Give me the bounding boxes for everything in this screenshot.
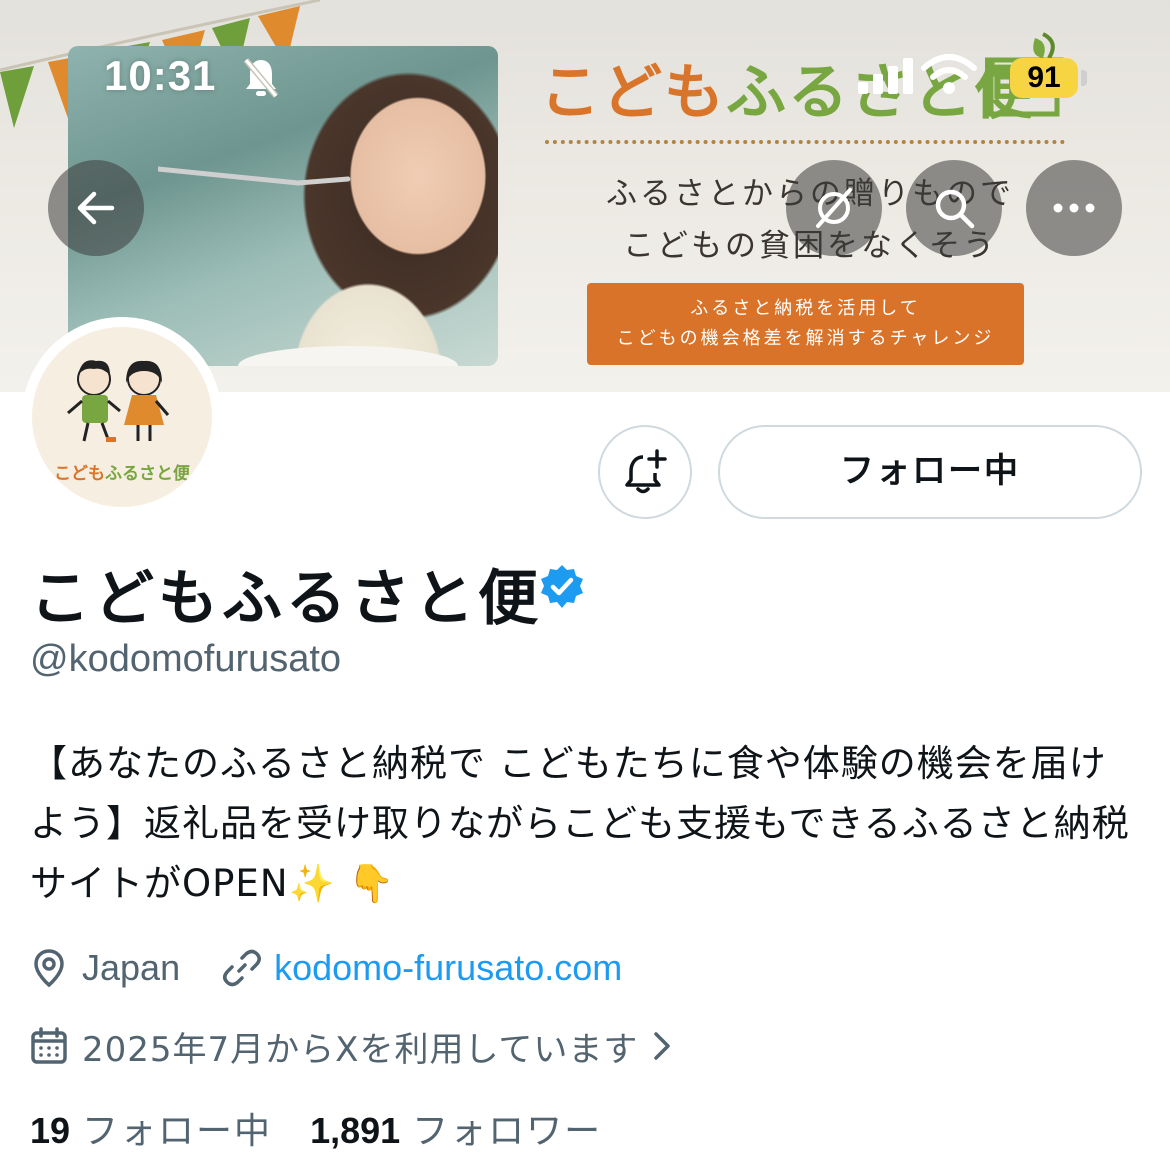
verified-badge-icon[interactable] <box>538 563 586 611</box>
location-pin-icon <box>34 949 64 988</box>
plate-shape <box>238 346 458 366</box>
battery-indicator: 91 <box>1010 58 1078 98</box>
followers-label: フォロワー <box>412 1111 603 1152</box>
joined-date-text: 2025年7月からXを利用しています <box>82 1029 639 1070</box>
following-count: 19 <box>30 1110 71 1151</box>
status-time: 10:31 <box>104 52 217 99</box>
grok-button[interactable] <box>786 160 882 256</box>
cta-line-2: こどもの機会格差を解消するチャレンジ <box>616 328 995 349</box>
grok-icon <box>816 188 852 228</box>
search-icon <box>935 189 975 229</box>
banner-cta-box: ふるさと納税を活用して こどもの機会格差を解消するチャレンジ <box>587 283 1024 365</box>
chevron-right-icon <box>654 1032 671 1060</box>
calendar-icon <box>31 1027 67 1064</box>
profile-bio: 【あなたのふるさと納税で こどもたちに食や体験の機会を届けよう】返礼品を受け取り… <box>30 742 1130 905</box>
user-handle: @kodomofurusato <box>30 638 342 680</box>
cellular-signal-icon <box>858 58 913 94</box>
profile-meta-row: Japan kodomo-furusato.com <box>30 940 622 996</box>
silent-mode-bell-icon <box>243 58 279 98</box>
fork-shape <box>158 166 351 186</box>
display-name: こどもふるさと便 <box>30 564 542 634</box>
back-button[interactable] <box>48 160 144 256</box>
followers-stat[interactable]: 1,891 フォロワー <box>310 1102 602 1154</box>
follow-stats-row: 19 フォロー中 1,891 フォロワー <box>30 1100 602 1156</box>
wifi-icon <box>921 54 977 94</box>
link-icon <box>223 949 262 987</box>
bell-plus-icon <box>625 449 667 494</box>
battery-cap <box>1081 70 1087 86</box>
followers-count: 1,891 <box>310 1110 401 1151</box>
joined-date-row[interactable]: 2025年7月からXを利用しています <box>30 1018 672 1074</box>
kids-illustration <box>67 360 170 442</box>
search-button[interactable] <box>906 160 1002 256</box>
profile-avatar[interactable]: こどもふるさと便 <box>22 317 222 517</box>
following-stat[interactable]: 19 フォロー中 <box>30 1102 272 1154</box>
following-button[interactable]: フォロー中 <box>718 425 1142 519</box>
more-dots-icon <box>1053 203 1095 213</box>
avatar-logo-text: こどもふるさと便 <box>54 464 190 484</box>
more-options-button[interactable] <box>1026 160 1122 256</box>
arrow-left-icon <box>77 191 115 225</box>
notifications-subscribe-button[interactable] <box>598 425 692 519</box>
avatar-image: こどもふるさと便 <box>32 327 212 507</box>
website-link[interactable]: kodomo-furusato.com <box>274 947 622 989</box>
cta-line-1: ふるさと納税を活用して <box>690 298 921 319</box>
following-label: フォロー中 <box>82 1111 273 1152</box>
location-text: Japan <box>82 947 181 988</box>
banner-dotted-divider <box>545 140 1065 144</box>
